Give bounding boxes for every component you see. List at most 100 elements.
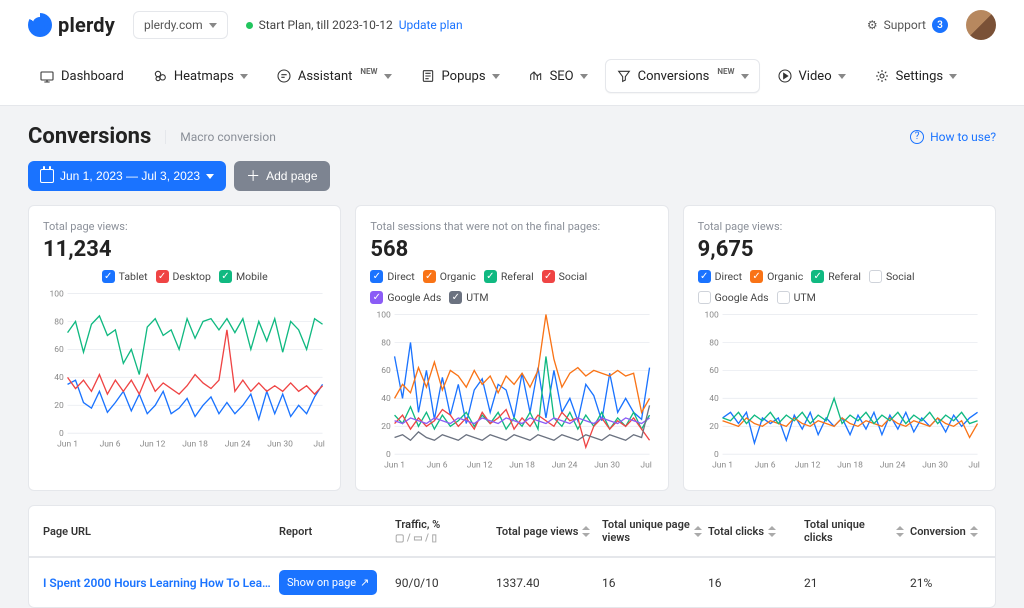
svg-text:Jul 1: Jul 1: [968, 460, 981, 470]
dashboard-icon: [39, 68, 55, 84]
checkbox-icon: ✓: [698, 270, 711, 283]
checkbox-icon: ✓: [156, 270, 169, 283]
legend-item[interactable]: ✓Mobile: [219, 270, 268, 283]
support-button[interactable]: ⚙ Support 3: [867, 17, 948, 33]
th-clicks[interactable]: Total clicks: [708, 525, 798, 538]
table-row: I Spent 2000 Hours Learning How To Learn…: [29, 557, 995, 607]
svg-text:60: 60: [382, 366, 392, 376]
nav-popups[interactable]: Popups: [409, 59, 511, 93]
checkbox-icon: ✓: [370, 270, 383, 283]
chevron-down-icon: [492, 74, 500, 79]
nav-seo[interactable]: SEO: [517, 59, 599, 93]
calendar-icon: [40, 169, 54, 183]
checkbox-icon: [698, 291, 711, 304]
svg-text:Jun 18: Jun 18: [182, 439, 208, 449]
nav-label: Video: [799, 69, 832, 84]
popups-icon: [420, 68, 436, 84]
chart-card-0: Total page views: 11,234 ✓Tablet✓Desktop…: [28, 205, 341, 491]
row-unique-clicks: 21: [804, 576, 904, 590]
th-unique-clicks[interactable]: Total unique clicks: [804, 518, 904, 544]
date-range-picker[interactable]: Jun 1, 2023 — Jul 3, 2023: [28, 161, 226, 191]
chart-legend: ✓Tablet ✓Desktop ✓Mobile: [43, 270, 326, 283]
checkbox-icon: [869, 270, 882, 283]
legend-item[interactable]: ✓Organic: [750, 270, 803, 283]
chart-legend: ✓Direct ✓Organic ✓Referal ✓Social ✓Google Ad…: [370, 270, 653, 304]
brand-logo: plerdy: [28, 13, 115, 37]
legend-item[interactable]: Google Ads: [698, 291, 769, 304]
legend-item[interactable]: ✓Desktop: [156, 270, 211, 283]
chart-card-2: Total page views: 9,675 ✓Direct✓Organic✓…: [683, 205, 996, 491]
row-views: 1337.40: [496, 576, 596, 590]
legend-item[interactable]: ✓Direct: [370, 270, 414, 283]
brand-mark-icon: [28, 13, 52, 37]
support-label: Support: [884, 18, 926, 32]
domain-value: plerdy.com: [144, 18, 203, 32]
th-views[interactable]: Total page views: [496, 525, 596, 538]
status-dot-icon: [246, 22, 253, 29]
table-header: Page URL Report Traffic, % ▢ / ▭ / ▯ Tot…: [29, 506, 995, 557]
row-url[interactable]: I Spent 2000 Hours Learning How To Learn…: [43, 576, 273, 590]
nav-conversions[interactable]: Conversions NEW: [605, 59, 760, 93]
svg-text:Jun 30: Jun 30: [595, 460, 621, 470]
new-badge: NEW: [717, 67, 734, 76]
chevron-down-icon: [384, 74, 392, 79]
legend-item[interactable]: ✓Social: [542, 270, 588, 283]
svg-text:Jun 30: Jun 30: [267, 439, 293, 449]
nav-label: Assistant: [298, 69, 353, 84]
svg-text:Jun 1: Jun 1: [57, 439, 78, 449]
nav-heatmaps[interactable]: Heatmaps: [141, 59, 259, 93]
nav-assistant[interactable]: Assistant NEW: [265, 59, 403, 93]
svg-text:100: 100: [704, 310, 719, 320]
svg-text:Jul 1: Jul 1: [313, 439, 326, 449]
svg-text:Jun 1: Jun 1: [712, 460, 733, 470]
chart-value: 9,675: [698, 237, 981, 262]
svg-text:40: 40: [382, 394, 392, 404]
nav-dashboard[interactable]: Dashboard: [28, 59, 135, 93]
checkbox-icon: ✓: [219, 270, 232, 283]
svg-text:Jun 30: Jun 30: [922, 460, 948, 470]
svg-text:40: 40: [709, 394, 719, 404]
main-nav: Dashboard Heatmaps Assistant NEW Popups …: [0, 51, 1024, 106]
legend-item[interactable]: ✓Direct: [698, 270, 742, 283]
legend-item[interactable]: Social: [869, 270, 915, 283]
nav-label: Heatmaps: [174, 69, 234, 84]
show-on-page-button[interactable]: Show on page ↗: [279, 570, 377, 595]
chevron-down-icon: [206, 174, 214, 179]
nav-settings[interactable]: Settings: [863, 59, 968, 93]
row-conversion: 21%: [910, 576, 990, 590]
legend-item[interactable]: ✓Google Ads: [370, 291, 441, 304]
help-icon: ?: [910, 130, 924, 144]
legend-item[interactable]: ✓Tablet: [102, 270, 148, 283]
update-plan-link[interactable]: Update plan: [399, 18, 463, 32]
add-page-button[interactable]: ＋ Add page: [234, 161, 329, 191]
th-unique-views[interactable]: Total unique page views: [602, 518, 702, 544]
svg-text:0: 0: [386, 450, 391, 460]
how-to-use-link[interactable]: ? How to use?: [910, 130, 996, 144]
chart-label: Total sessions that were not on the fina…: [370, 220, 653, 233]
seo-icon: [528, 68, 544, 84]
date-range-label: Jun 1, 2023 — Jul 3, 2023: [60, 169, 200, 183]
legend-item[interactable]: ✓Referal: [811, 270, 861, 283]
chart-legend: ✓Direct ✓Organic ✓Referal Social Google Ads U…: [698, 270, 981, 304]
legend-item[interactable]: ✓UTM: [449, 291, 488, 304]
assistant-icon: [276, 68, 292, 84]
svg-text:0: 0: [59, 429, 64, 439]
chevron-down-icon: [949, 74, 957, 79]
legend-item[interactable]: UTM: [777, 291, 816, 304]
checkbox-icon: ✓: [102, 270, 115, 283]
top-bar: plerdy plerdy.com Start Plan, till 2023-…: [0, 0, 1024, 51]
user-avatar[interactable]: [966, 10, 996, 40]
svg-text:Jun 24: Jun 24: [552, 460, 578, 470]
th-traffic: Traffic, % ▢ / ▭ / ▯: [395, 518, 490, 544]
checkbox-icon: ✓: [484, 270, 497, 283]
svg-text:Jun 6: Jun 6: [427, 460, 448, 470]
legend-item[interactable]: ✓Referal: [484, 270, 534, 283]
nav-video[interactable]: Video: [766, 59, 857, 93]
nav-label: Settings: [896, 69, 943, 84]
legend-item[interactable]: ✓Organic: [423, 270, 476, 283]
brand-name: plerdy: [58, 13, 115, 37]
chart-value: 568: [370, 237, 653, 262]
domain-select[interactable]: plerdy.com: [133, 11, 228, 39]
page-title: Conversions: [28, 124, 151, 149]
th-conversion[interactable]: Conversion: [910, 525, 990, 538]
